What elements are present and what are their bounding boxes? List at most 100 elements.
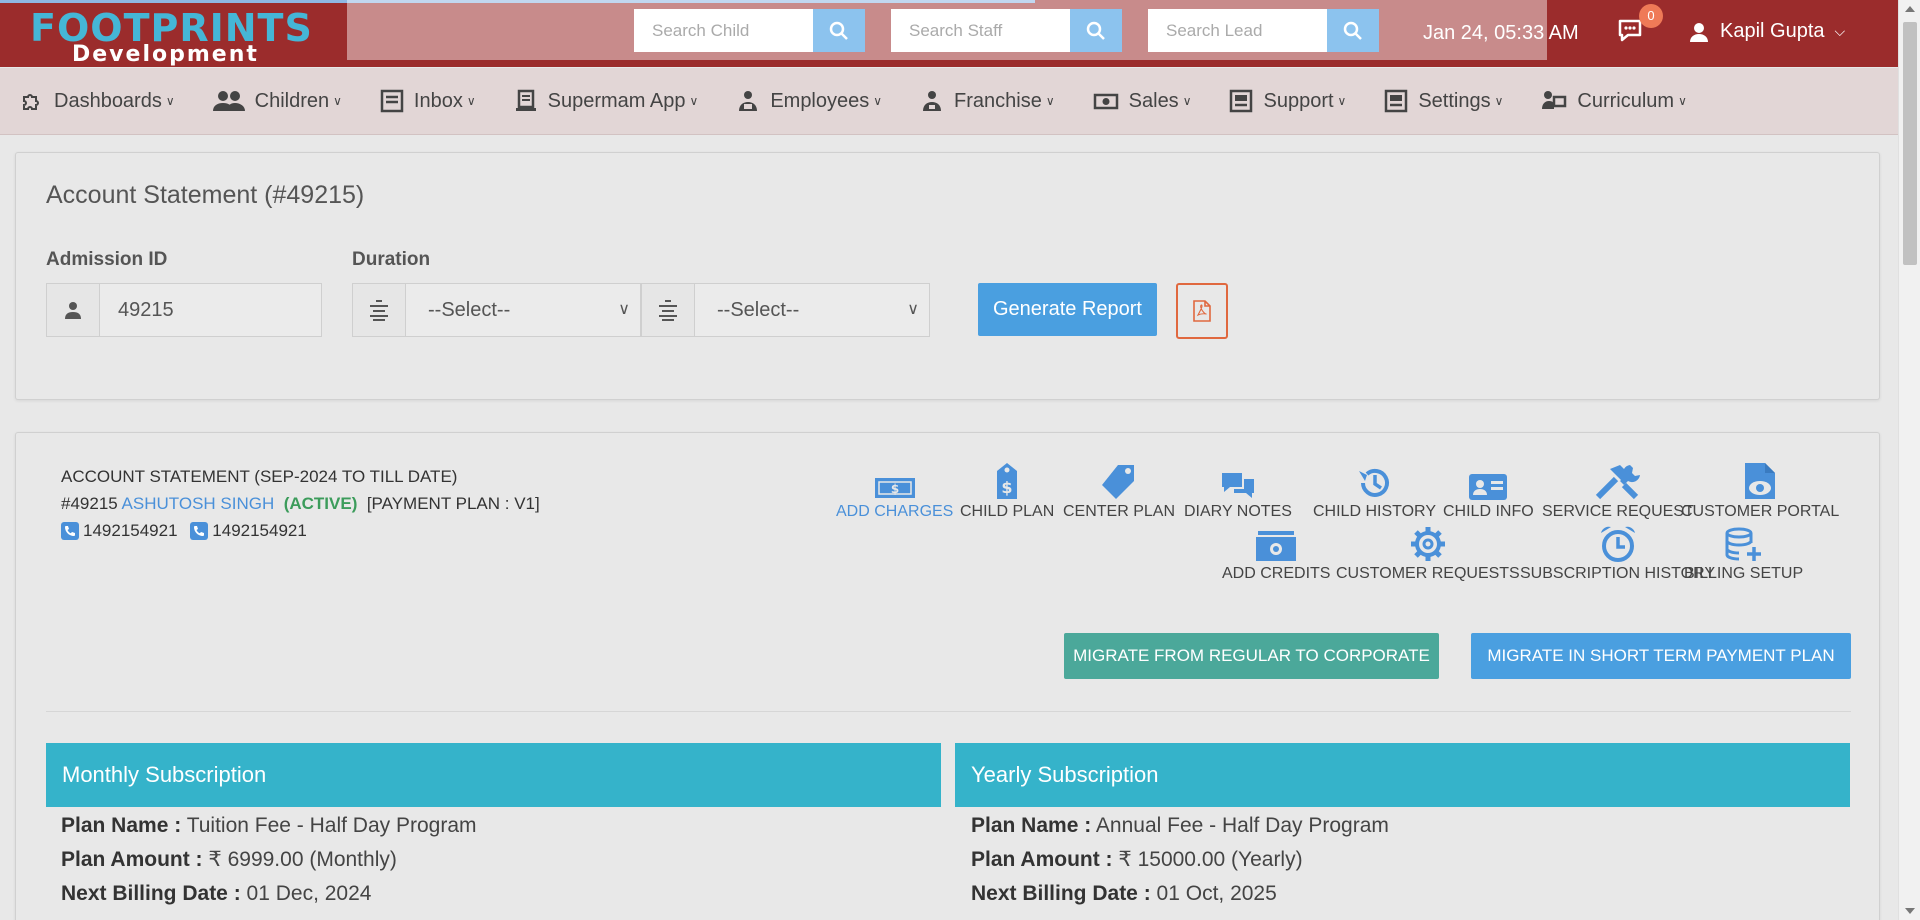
duration-from-select[interactable]: --Select-- ∨ [352, 283, 641, 337]
plan-name-row: Plan Name : Annual Fee - Half Day Progra… [971, 809, 1389, 843]
next-billing-label: Next Billing Date : [971, 882, 1151, 905]
plan-name-label: Plan Name : [971, 814, 1092, 837]
billing-setup-action[interactable]: BILLING SETUP [1684, 525, 1803, 583]
customer-requests-action[interactable]: CUSTOMER REQUESTS [1336, 525, 1520, 583]
search-staff-group [891, 9, 1122, 52]
plan-amount-value: ₹ 15000.00 (Yearly) [1118, 848, 1303, 871]
action-label: CUSTOMER PORTAL [1681, 503, 1840, 520]
nav-item-employees[interactable]: Employees ∨ [736, 89, 882, 113]
support-icon [1230, 89, 1253, 113]
plan-name-row: Plan Name : Tuition Fee - Half Day Progr… [61, 809, 477, 843]
monthly-subscription-header: Monthly Subscription [46, 743, 941, 807]
nav-item-children[interactable]: Children ∨ [212, 89, 342, 113]
tag-icon [1102, 465, 1135, 499]
plan-name-label: Plan Name : [61, 814, 182, 837]
page-title: Account Statement (#49215) [46, 181, 365, 209]
nav-item-inbox[interactable]: Inbox ∨ [380, 89, 476, 113]
action-label: DIARY NOTES [1184, 503, 1292, 520]
child-name-link[interactable]: ASHUTOSH SINGH [122, 494, 275, 513]
money-stack-icon [1256, 531, 1297, 561]
action-label: SERVICE REQUEST [1542, 503, 1694, 520]
nav-label: Settings [1418, 89, 1491, 112]
service-request-action[interactable]: SERVICE REQUEST [1542, 463, 1694, 521]
download-pdf-button[interactable] [1176, 283, 1228, 339]
user-icon [1690, 22, 1708, 42]
duration-to-select[interactable]: --Select-- ∨ [641, 283, 930, 337]
nav-label: Employees [770, 89, 870, 112]
plan-name-value: Tuition Fee - Half Day Program [186, 814, 477, 837]
add-charges-action[interactable]: $ ADD CHARGES [836, 463, 953, 521]
child-plan-action[interactable]: $ CHILD PLAN [960, 463, 1054, 521]
customer-portal-action[interactable]: CUSTOMER PORTAL [1681, 463, 1839, 521]
action-label: CHILD HISTORY [1313, 503, 1436, 520]
plan-amount-row: Plan Amount : ₹ 6999.00 (Monthly) [61, 843, 477, 877]
migrate-to-corporate-button[interactable]: MIGRATE FROM REGULAR TO CORPORATE [1064, 633, 1439, 679]
search-lead-button[interactable] [1327, 9, 1379, 52]
chevron-down-icon: ∨ [1182, 94, 1192, 108]
phone-row: 1492154921 1492154921 [61, 517, 540, 545]
diary-notes-action[interactable]: DIARY NOTES [1184, 463, 1292, 521]
search-staff-input[interactable] [891, 9, 1070, 52]
admission-id-field[interactable]: 49215 [46, 283, 322, 337]
generate-report-button[interactable]: Generate Report [978, 283, 1157, 336]
nav-item-franchise[interactable]: Franchise ∨ [920, 89, 1055, 113]
price-tag-icon: $ [997, 463, 1018, 499]
money-bill-icon: $ [874, 478, 915, 498]
child-info-action[interactable]: CHILD INFO [1443, 463, 1534, 521]
next-billing-value: 01 Dec, 2024 [246, 882, 372, 905]
brand-logo[interactable]: FOOTPRINTS Development [30, 8, 312, 68]
user-name: Kapil Gupta [1720, 20, 1825, 42]
settings-icon [1385, 89, 1408, 113]
nav-item-curriculum[interactable]: Curriculum ∨ [1541, 89, 1687, 113]
file-eye-icon [1745, 463, 1776, 499]
action-label: CENTER PLAN [1063, 503, 1176, 520]
page-scrollbar[interactable] [1898, 0, 1920, 920]
plan-amount-label: Plan Amount : [61, 848, 203, 871]
action-label: CHILD INFO [1443, 503, 1534, 520]
child-history-action[interactable]: CHILD HISTORY [1313, 463, 1436, 521]
pdf-icon [1193, 300, 1211, 322]
list-icon-addon [353, 284, 406, 336]
app-icon [515, 89, 536, 111]
payment-plan: [PAYMENT PLAN : V1] [366, 494, 540, 513]
statement-heading: ACCOUNT STATEMENT (SEP-2024 TO TILL DATE… [61, 467, 458, 486]
phone-icon [190, 521, 209, 540]
top-bar: FOOTPRINTS Development Jan 24, 05:33 AM … [0, 0, 1898, 67]
nav-item-supermam-app[interactable]: Supermam App ∨ [514, 89, 698, 113]
search-child-input[interactable] [634, 9, 813, 52]
search-child-button[interactable] [813, 9, 865, 52]
nav-item-settings[interactable]: Settings ∨ [1384, 89, 1503, 113]
scroll-up-arrow[interactable] [1905, 6, 1915, 12]
scroll-down-arrow[interactable] [1905, 908, 1915, 914]
account-statement-panel: ACCOUNT STATEMENT (SEP-2024 TO TILL DATE… [15, 432, 1880, 920]
next-billing-row: Next Billing Date : 01 Dec, 2024 [61, 877, 477, 911]
child-id: #49215 [61, 494, 118, 513]
migrate-short-term-button[interactable]: MIGRATE IN SHORT TERM PAYMENT PLAN [1471, 633, 1851, 679]
id-card-icon [1469, 474, 1508, 500]
list-icon-addon [642, 284, 695, 336]
phone-1[interactable]: 1492154921 [61, 517, 178, 544]
search-child-group [634, 9, 865, 52]
chevron-down-icon: ∨ [907, 301, 919, 318]
database-plus-icon [1725, 527, 1761, 561]
monthly-subscription-details: Plan Name : Tuition Fee - Half Day Progr… [61, 809, 477, 911]
next-billing-row: Next Billing Date : 01 Oct, 2025 [971, 877, 1389, 911]
status-badge: (ACTIVE) [283, 494, 358, 513]
scroll-thumb[interactable] [1903, 22, 1917, 265]
section-divider [46, 711, 1851, 712]
center-plan-action[interactable]: CENTER PLAN [1063, 463, 1175, 521]
nav-item-dashboards[interactable]: Dashboards ∨ [20, 89, 175, 113]
nav-item-sales[interactable]: Sales ∨ [1093, 90, 1192, 113]
add-credits-action[interactable]: ADD CREDITS [1222, 525, 1330, 583]
users-icon [212, 91, 245, 111]
user-menu[interactable]: Kapil Gupta ⌵ [1688, 20, 1845, 43]
search-staff-button[interactable] [1070, 9, 1122, 52]
nav-label: Support [1263, 89, 1334, 112]
admission-id-value: 49215 [118, 299, 174, 321]
next-billing-label: Next Billing Date : [61, 882, 241, 905]
employee-icon [739, 91, 758, 111]
phone-2[interactable]: 1492154921 [190, 517, 307, 544]
nav-item-support[interactable]: Support ∨ [1229, 89, 1346, 113]
plan-amount-label: Plan Amount : [971, 848, 1113, 871]
search-lead-input[interactable] [1148, 9, 1327, 52]
